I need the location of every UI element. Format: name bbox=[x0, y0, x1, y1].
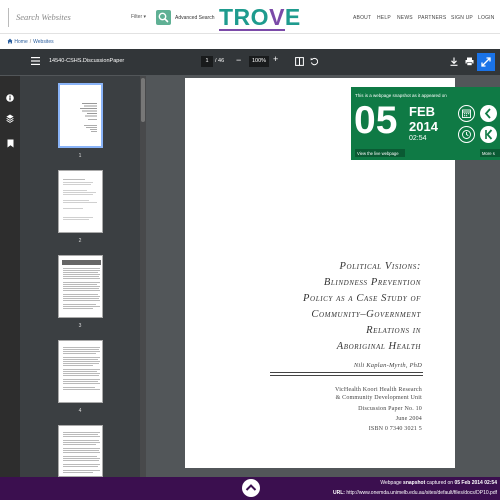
search-button[interactable] bbox=[156, 10, 171, 25]
document-title-line: Blindness Prevention bbox=[323, 277, 421, 288]
breadcrumb-websites[interactable]: Websites bbox=[33, 39, 53, 45]
snapshot-caption: This is a webpage snapshot as it appeare… bbox=[355, 93, 447, 98]
snapshot-day: 05 bbox=[354, 99, 398, 142]
logo-underline bbox=[219, 29, 285, 31]
footer-capture-date: 05 Feb 2014 02:54 bbox=[454, 480, 497, 486]
nav-sign-up[interactable]: SIGN UP bbox=[451, 15, 473, 21]
thumbnail-page-4-preview bbox=[63, 347, 100, 390]
document-title-line: Relations in bbox=[366, 325, 421, 336]
nav-news[interactable]: NEWS bbox=[397, 15, 413, 21]
advanced-search-link[interactable]: Advanced Search bbox=[175, 15, 214, 21]
thumbnail-page-2-preview bbox=[63, 179, 97, 220]
info-icon[interactable] bbox=[6, 94, 14, 102]
thumbnail-page-3[interactable] bbox=[58, 255, 103, 318]
trove-logo[interactable]: TROVE bbox=[219, 4, 301, 30]
footer-text: Webpage bbox=[380, 480, 404, 486]
nav-login[interactable]: LOGIN bbox=[478, 15, 495, 21]
zoom-out-button[interactable]: − bbox=[236, 55, 241, 65]
publisher-line: & Community Development Unit bbox=[335, 395, 422, 401]
caret-down-icon: ▾ bbox=[143, 14, 147, 20]
menu-icon[interactable] bbox=[31, 57, 40, 65]
bookmark-icon[interactable] bbox=[7, 139, 14, 148]
discussion-paper-number: Discussion Paper No. 10 bbox=[358, 406, 422, 412]
logo-text-o: O bbox=[250, 4, 270, 30]
pdf-toolbar: 14540-CSHS.DiscussionPaper 1 / 46 − 100%… bbox=[0, 49, 500, 75]
nav-about[interactable]: ABOUT bbox=[353, 15, 371, 21]
document-author: Nili Kaplan-Myrth, PhD bbox=[353, 362, 422, 369]
document-title-line: Policy as a Case Study of bbox=[303, 293, 421, 304]
page-total: / 46 bbox=[215, 58, 225, 64]
snapshot-year: 2014 bbox=[409, 119, 438, 134]
filter-label: Filter bbox=[131, 14, 143, 20]
thumbnail-page-5-preview bbox=[63, 432, 100, 473]
breadcrumb: Home / Websites bbox=[0, 34, 500, 48]
zoom-level-input[interactable]: 100% bbox=[249, 56, 269, 67]
thumbnail-label: 4 bbox=[78, 408, 82, 414]
thumbnail-page-3-preview bbox=[62, 260, 101, 309]
viewer-side-rail bbox=[0, 76, 20, 477]
isbn: ISBN 0 7340 3021 5 bbox=[368, 426, 422, 432]
pdf-filename: 14540-CSHS.DiscussionPaper bbox=[49, 58, 125, 64]
breadcrumb-separator: / bbox=[29, 39, 32, 45]
thumbnail-page-1[interactable] bbox=[58, 83, 103, 148]
thumbnail-label: 3 bbox=[78, 323, 82, 329]
home-icon[interactable] bbox=[7, 38, 13, 44]
filter-dropdown[interactable]: Filter ▾ bbox=[131, 14, 146, 20]
thumbnail-page-1-preview bbox=[80, 103, 97, 132]
thumbnail-page-2[interactable] bbox=[58, 170, 103, 233]
zoom-in-button[interactable]: + bbox=[273, 54, 278, 64]
document-title-line: Aboriginal Health bbox=[336, 341, 421, 352]
chevron-up-icon bbox=[245, 484, 257, 491]
thumbnail-page-5[interactable] bbox=[58, 425, 103, 477]
view-live-webpage-button[interactable]: View the live webpage bbox=[355, 149, 405, 157]
page-number-input[interactable]: 1 bbox=[201, 56, 213, 67]
footer-text-bold: snapshot bbox=[403, 480, 426, 486]
snapshot-banner: This is a webpage snapshot as it appeare… bbox=[351, 87, 500, 160]
snapshot-url-info: URL: http://www.onemda.unimelb.edu.au/si… bbox=[333, 490, 497, 496]
publisher-line: VicHealth Koori Health Research bbox=[335, 387, 422, 393]
fit-page-icon[interactable] bbox=[295, 57, 304, 66]
logo-text-e: E bbox=[284, 4, 301, 30]
title-rule bbox=[270, 375, 423, 376]
title-rule bbox=[270, 372, 423, 373]
snapshot-month: FEB bbox=[409, 104, 435, 119]
nav-help[interactable]: HELP bbox=[377, 15, 391, 21]
publication-date: June 2004 bbox=[395, 416, 422, 422]
document-title-line: Political Visions: bbox=[339, 261, 421, 272]
chevron-left-icon bbox=[484, 108, 491, 119]
clock-button[interactable] bbox=[458, 126, 475, 143]
collapse-footer-button[interactable] bbox=[242, 479, 260, 497]
footer-text: captured on bbox=[425, 480, 455, 486]
thumbnail-page-4[interactable] bbox=[58, 340, 103, 403]
fullscreen-button[interactable] bbox=[477, 53, 495, 71]
expand-icon bbox=[481, 57, 491, 67]
download-icon[interactable] bbox=[450, 57, 458, 66]
snapshot-capture-info: Webpage snapshot captured on 05 Feb 2014… bbox=[380, 480, 497, 486]
nav-partners[interactable]: PARTNERS bbox=[418, 15, 446, 21]
print-icon[interactable] bbox=[465, 57, 474, 66]
snapshot-time: 02:54 bbox=[409, 135, 427, 142]
footer-url[interactable]: http://www.onemda.unimelb.edu.au/sites/d… bbox=[345, 490, 497, 496]
logo-text-tr: TR bbox=[219, 4, 251, 30]
logo-text-v: V bbox=[269, 4, 285, 30]
previous-snapshot-button[interactable] bbox=[480, 105, 497, 122]
search-icon bbox=[158, 12, 169, 23]
document-title-line: Community–Government bbox=[311, 309, 421, 320]
footer-url-label: URL: bbox=[333, 490, 345, 496]
breadcrumb-home[interactable]: Home bbox=[14, 39, 27, 45]
skip-first-icon bbox=[485, 129, 493, 140]
calendar-button[interactable] bbox=[458, 105, 475, 122]
thumbnail-label: 1 bbox=[78, 153, 82, 159]
first-snapshot-button[interactable] bbox=[480, 126, 497, 143]
layers-icon[interactable] bbox=[6, 114, 14, 123]
thumbnail-label: 2 bbox=[78, 238, 82, 244]
rotate-icon[interactable] bbox=[310, 57, 319, 66]
more-snapshots-button[interactable]: More s bbox=[480, 149, 500, 157]
site-header: Search Websites Filter ▾ Advanced Search… bbox=[0, 0, 500, 34]
calendar-icon bbox=[462, 109, 471, 118]
clock-icon bbox=[462, 130, 471, 139]
